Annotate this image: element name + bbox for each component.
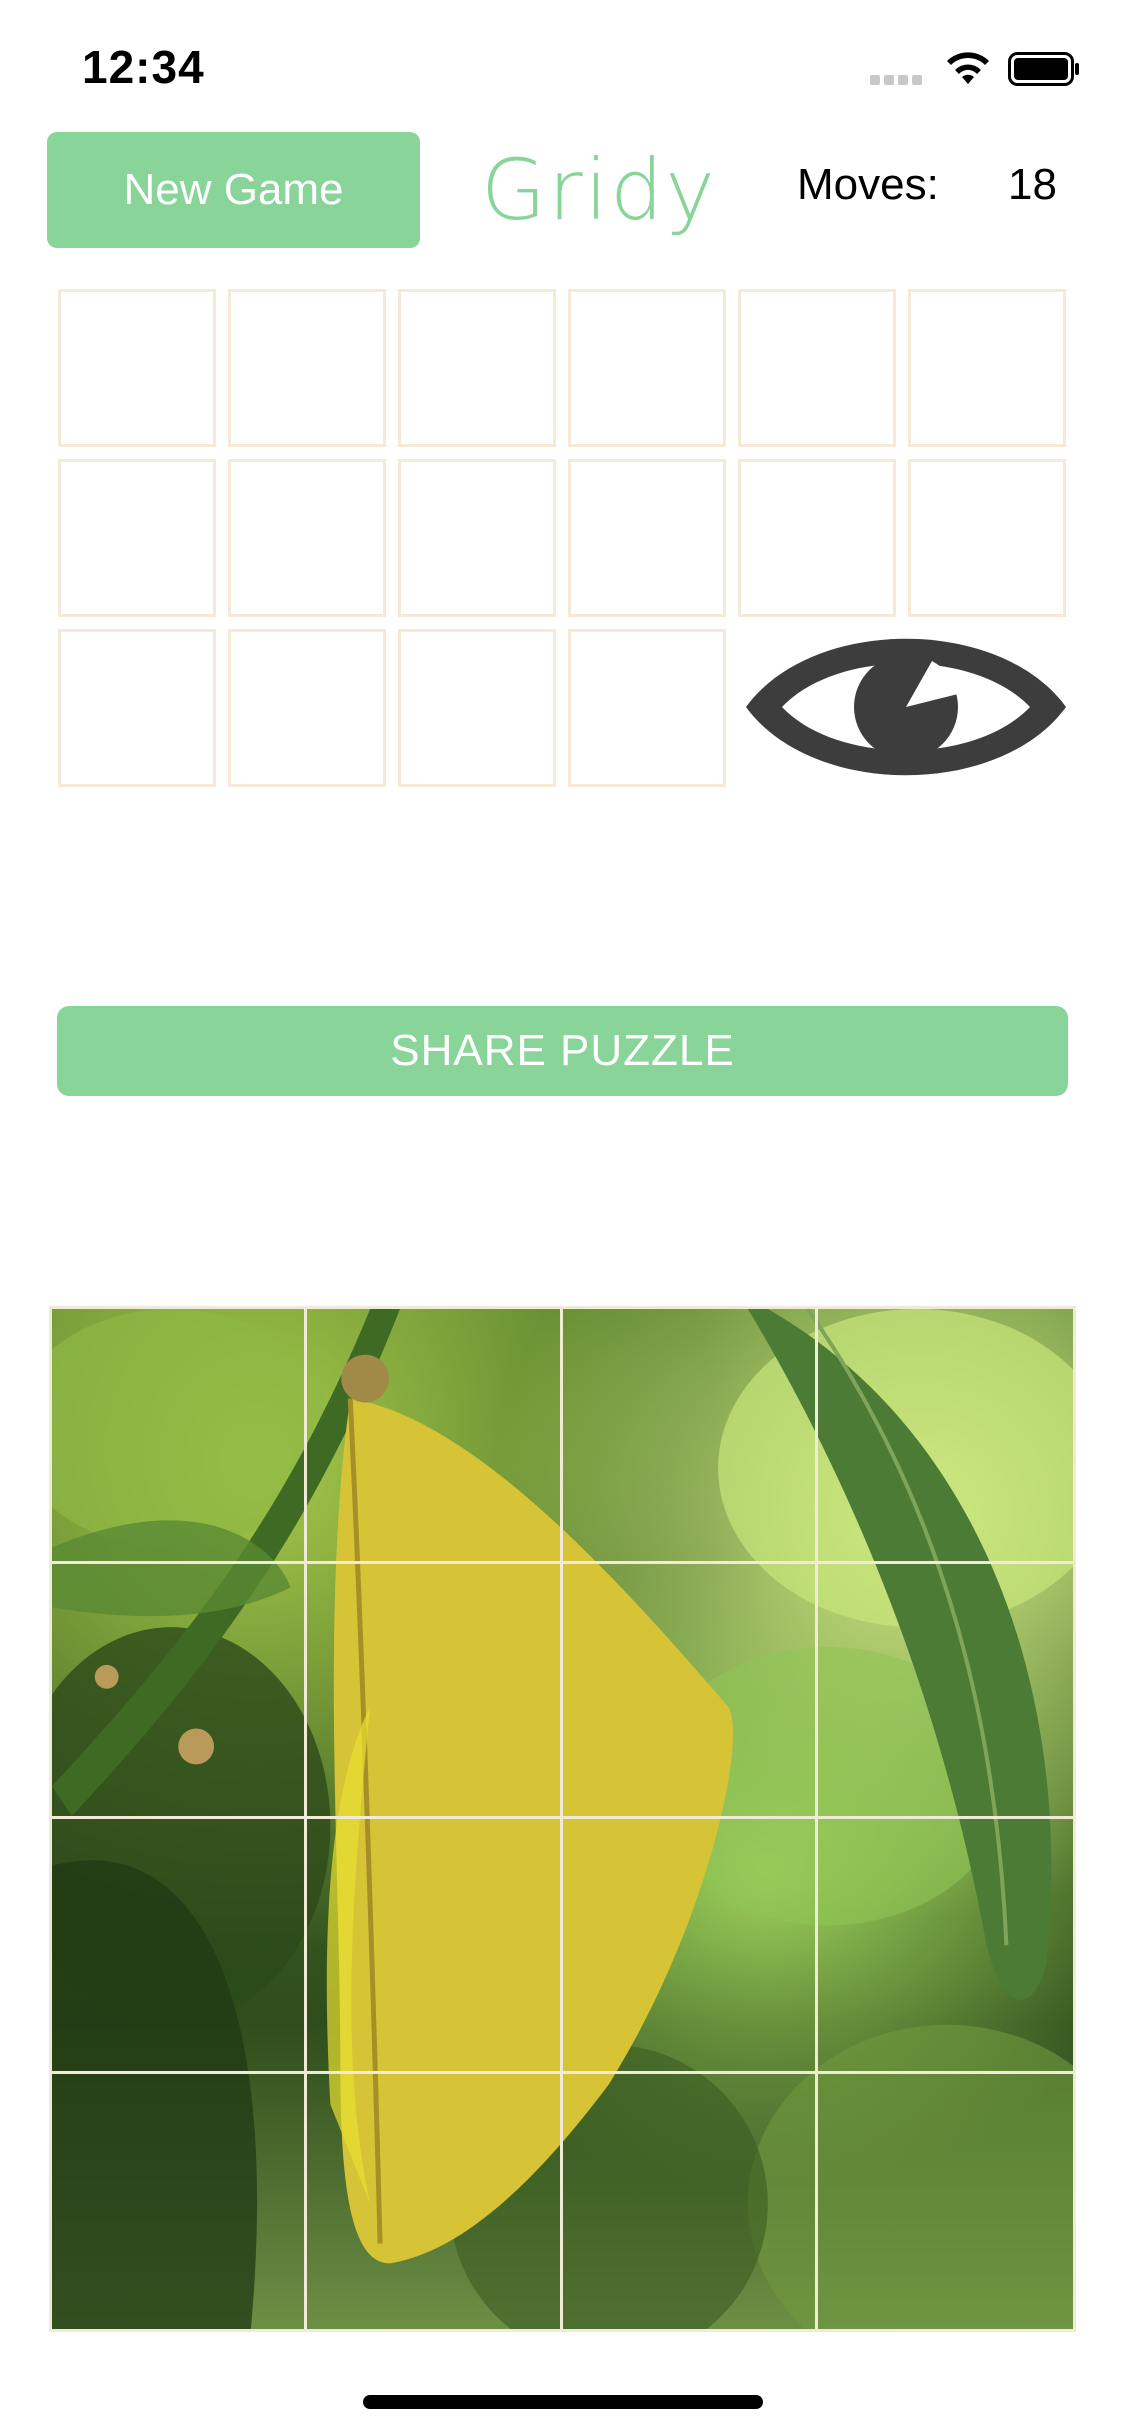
solution-slot[interactable] bbox=[398, 459, 556, 617]
puzzle-tile[interactable] bbox=[562, 1819, 818, 2074]
puzzle-tile[interactable] bbox=[307, 1564, 563, 1819]
app-logo: Gridy bbox=[481, 141, 717, 239]
moves-label: Moves: bbox=[797, 160, 939, 209]
puzzle-tile[interactable] bbox=[562, 1564, 818, 1819]
solution-slot[interactable] bbox=[58, 289, 216, 447]
new-game-button[interactable]: New Game bbox=[47, 132, 420, 248]
cellular-signal-icon bbox=[870, 75, 922, 85]
puzzle-tile[interactable] bbox=[307, 1309, 563, 1564]
battery-icon bbox=[1008, 52, 1079, 86]
puzzle-tile[interactable] bbox=[52, 1564, 308, 1819]
puzzle-tile[interactable] bbox=[52, 1309, 308, 1564]
solution-slot[interactable] bbox=[568, 289, 726, 447]
solution-slot[interactable] bbox=[58, 459, 216, 617]
puzzle-tile[interactable] bbox=[563, 2074, 818, 2329]
puzzle-tile[interactable] bbox=[52, 2074, 308, 2329]
solution-slot[interactable] bbox=[908, 459, 1066, 617]
solution-slot[interactable] bbox=[908, 289, 1066, 447]
solution-slot[interactable] bbox=[568, 629, 726, 787]
solution-slot[interactable] bbox=[398, 629, 556, 787]
solution-slot[interactable] bbox=[738, 289, 896, 447]
status-time: 12:34 bbox=[82, 41, 205, 93]
puzzle-tile[interactable] bbox=[817, 1819, 1073, 2074]
moves-count: 18 bbox=[1008, 160, 1057, 209]
puzzle-tile[interactable] bbox=[817, 1564, 1073, 1819]
home-indicator[interactable] bbox=[363, 2395, 763, 2409]
solution-slot[interactable] bbox=[228, 289, 386, 447]
solution-slot[interactable] bbox=[228, 629, 386, 787]
share-puzzle-button[interactable]: SHARE PUZZLE bbox=[57, 1006, 1068, 1096]
puzzle-tile-grid bbox=[52, 1309, 1073, 2329]
solution-slot[interactable] bbox=[58, 629, 216, 787]
solution-slot[interactable] bbox=[738, 459, 896, 617]
puzzle-tile[interactable] bbox=[52, 1819, 308, 2074]
puzzle-tile[interactable] bbox=[562, 1309, 818, 1564]
solution-slot[interactable] bbox=[568, 459, 726, 617]
solution-slot[interactable] bbox=[398, 289, 556, 447]
puzzle-tile[interactable] bbox=[818, 2074, 1073, 2329]
wifi-icon bbox=[947, 52, 989, 84]
solution-slot[interactable] bbox=[228, 459, 386, 617]
eye-icon[interactable] bbox=[742, 624, 1070, 790]
puzzle-tile[interactable] bbox=[817, 1309, 1073, 1564]
puzzle-tile[interactable] bbox=[307, 1819, 563, 2074]
puzzle-tile[interactable] bbox=[307, 2074, 563, 2329]
puzzle-board bbox=[49, 1306, 1076, 2332]
